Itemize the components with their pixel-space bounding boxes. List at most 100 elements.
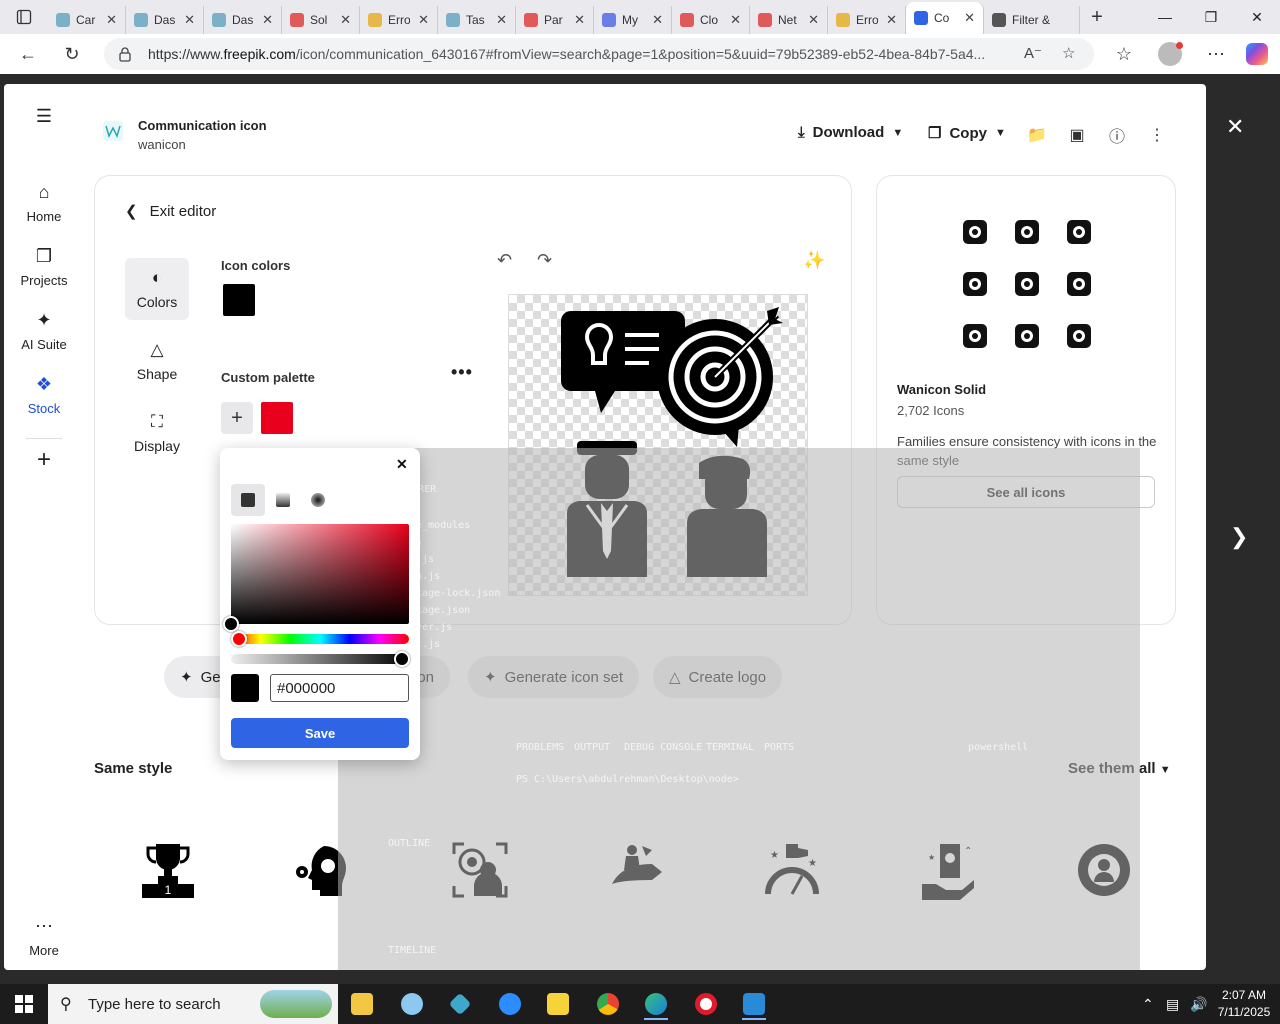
taskbar-edge[interactable]: [636, 988, 676, 1020]
url-field[interactable]: https://www. freepik.com/icon/communicati…: [104, 38, 1094, 70]
chef-pot-icon[interactable]: [1061, 318, 1097, 354]
taskbar-search[interactable]: ⚲ Type here to search: [48, 984, 338, 1024]
network-icon[interactable]: ▤: [1166, 984, 1179, 1024]
settings-more-icon[interactable]: ⋯: [1194, 34, 1238, 74]
favorite-star-icon[interactable]: ☆: [1062, 44, 1075, 62]
info-icon[interactable]: ⓘ: [1106, 124, 1128, 146]
browser-tab[interactable]: Car ✕: [48, 6, 126, 34]
read-aloud-icon[interactable]: A⁻: [1024, 44, 1042, 62]
head-gears-icon[interactable]: [294, 840, 354, 900]
undo-icon[interactable]: ↶: [497, 250, 512, 271]
see-all-icons-button[interactable]: See all icons: [897, 476, 1155, 508]
add-to-project-icon[interactable]: ▣: [1066, 124, 1088, 146]
favorites-icon[interactable]: ☆: [1102, 34, 1146, 74]
taskbar-zoom[interactable]: [490, 988, 530, 1020]
close-window-button[interactable]: ✕: [1234, 0, 1280, 34]
browser-tab[interactable]: Das ✕: [204, 6, 282, 34]
hex-input[interactable]: [270, 674, 409, 702]
pistons-icon[interactable]: [957, 214, 993, 250]
trophy-podium-icon[interactable]: 1: [138, 840, 198, 900]
hand-building-icon[interactable]: ★⌃: [918, 840, 978, 900]
alpha-slider[interactable]: [231, 654, 409, 664]
restore-button[interactable]: ❐: [1188, 0, 1234, 34]
minimize-button[interactable]: —: [1142, 0, 1188, 34]
taskbar-file-explorer[interactable]: [342, 988, 382, 1020]
menu-button[interactable]: ☰: [4, 106, 84, 133]
taskbar-opera[interactable]: [686, 988, 726, 1020]
generate-icon-set-chip[interactable]: ✦ Generate icon set: [468, 656, 639, 698]
us-map-icon[interactable]: [957, 266, 993, 302]
browser-tab[interactable]: Erro ✕: [360, 6, 438, 34]
nav-more[interactable]: ⋯ More: [4, 916, 84, 958]
redo-icon[interactable]: ↷: [537, 250, 552, 271]
copilot-icon[interactable]: [1246, 43, 1268, 65]
tray-chevron-icon[interactable]: ⌃: [1142, 984, 1154, 1024]
tab-close-icon[interactable]: ✕: [106, 12, 117, 28]
tent-icon[interactable]: [1009, 318, 1045, 354]
browser-tab[interactable]: Co ✕: [906, 2, 984, 34]
alpha-knob[interactable]: [394, 651, 410, 667]
browser-tab[interactable]: My ✕: [594, 6, 672, 34]
tool-shape[interactable]: △ Shape: [125, 330, 189, 392]
tab-close-icon[interactable]: ✕: [886, 12, 897, 28]
radial-gradient-mode[interactable]: [301, 484, 335, 516]
tool-display[interactable]: ⛶ Display: [125, 402, 189, 464]
tab-close-icon[interactable]: ✕: [340, 12, 351, 28]
see-them-all-button[interactable]: See them all ▼: [1068, 760, 1171, 777]
saturation-knob[interactable]: [223, 616, 239, 632]
taskbar-chrome[interactable]: [588, 988, 628, 1020]
tool-colors[interactable]: ◐ Colors: [125, 258, 189, 320]
reload-button[interactable]: ↻: [50, 34, 94, 74]
saturation-value-area[interactable]: [231, 524, 409, 624]
create-logo-chip[interactable]: △ Create logo: [653, 656, 783, 698]
browser-tab[interactable]: Par ✕: [516, 6, 594, 34]
tab-close-icon[interactable]: ✕: [262, 12, 273, 28]
tab-close-icon[interactable]: ✕: [808, 12, 819, 28]
nav-stock[interactable]: ❖ Stock: [4, 374, 84, 416]
presentation-icon[interactable]: [1009, 266, 1045, 302]
tab-close-icon[interactable]: ✕: [964, 10, 975, 26]
save-to-collection-icon[interactable]: 📁: [1026, 124, 1048, 146]
target-person-icon[interactable]: [450, 840, 510, 900]
next-icon-chevron[interactable]: ❯: [1230, 524, 1248, 550]
tab-close-icon[interactable]: ✕: [418, 12, 429, 28]
start-button[interactable]: [0, 984, 48, 1024]
new-tab-button[interactable]: +: [1080, 0, 1114, 34]
download-button[interactable]: ⤓ Download ▼: [798, 124, 903, 141]
add-color-button[interactable]: +: [221, 402, 253, 434]
nav-home[interactable]: ⌂ Home: [4, 182, 84, 224]
tab-close-icon[interactable]: ✕: [574, 12, 585, 28]
gear-person-icon[interactable]: [1074, 840, 1134, 900]
browser-tab[interactable]: Tas ✕: [438, 6, 516, 34]
copy-button[interactable]: ❐ Copy ▼: [928, 124, 1006, 143]
people-chat-icon[interactable]: [1009, 214, 1045, 250]
gears-cross-icon[interactable]: [1061, 214, 1097, 250]
taskbar-vscode[interactable]: [734, 988, 774, 1020]
volume-icon[interactable]: 🔊: [1190, 984, 1207, 1024]
browser-tab[interactable]: Filter &: [984, 6, 1080, 34]
save-color-button[interactable]: Save: [231, 718, 409, 748]
exit-editor-button[interactable]: ❮ Exit editor: [125, 202, 216, 221]
family-title[interactable]: Wanicon Solid: [897, 382, 986, 397]
icon-color-swatch[interactable]: [223, 284, 255, 316]
author-link[interactable]: wanicon: [138, 137, 186, 152]
back-button[interactable]: ←: [6, 34, 50, 74]
tab-close-icon[interactable]: ✕: [730, 12, 741, 28]
nav-projects[interactable]: ❐ Projects: [4, 246, 84, 288]
tab-close-icon[interactable]: ✕: [496, 12, 507, 28]
add-button[interactable]: +: [4, 446, 84, 474]
nav-ai-suite[interactable]: ✦ AI Suite: [4, 310, 84, 352]
taskbar-paint[interactable]: [392, 988, 432, 1020]
solid-color-mode[interactable]: [231, 484, 265, 516]
more-options-icon[interactable]: ⋮: [1146, 124, 1168, 146]
browser-tab[interactable]: Erro ✕: [828, 6, 906, 34]
speedometer-hand-icon[interactable]: ★★: [762, 840, 822, 900]
tab-close-icon[interactable]: ✕: [652, 12, 663, 28]
hue-slider[interactable]: [231, 634, 409, 644]
browser-tab[interactable]: Clo ✕: [672, 6, 750, 34]
linear-gradient-mode[interactable]: [266, 484, 300, 516]
tab-actions-button[interactable]: [0, 0, 48, 34]
taskbar-clock[interactable]: 2:07 AM 7/11/2025: [1212, 987, 1276, 1021]
modal-close-icon[interactable]: ✕: [1226, 114, 1244, 140]
browser-tab[interactable]: Sol ✕: [282, 6, 360, 34]
